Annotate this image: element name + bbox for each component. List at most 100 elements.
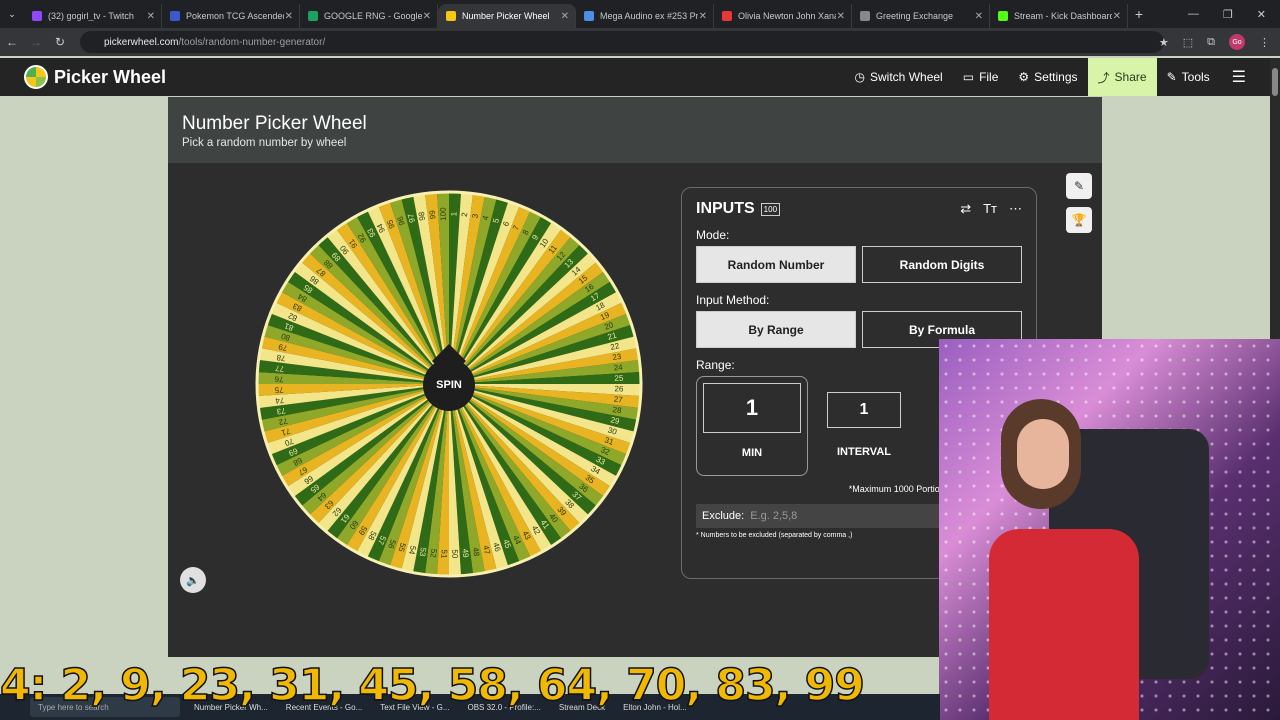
sound-toggle-icon[interactable]: 🔈 [180, 567, 206, 593]
page-title: Number Picker Wheel [182, 113, 367, 134]
tab-label: Olivia Newton John Xana [738, 11, 836, 21]
site-logo[interactable]: Picker Wheel [24, 65, 166, 89]
browser-tab[interactable]: Pokemon TCG Ascended H✕ [162, 4, 300, 28]
edit-wheel-icon[interactable]: ✎ [1066, 173, 1092, 199]
clock-icon: ◷ [854, 70, 866, 84]
tab-favicon-icon [584, 11, 594, 21]
scrollbar-thumb[interactable] [1272, 68, 1278, 96]
page-subtitle: Pick a random number by wheel [182, 137, 347, 149]
profile-avatar[interactable]: Go [1229, 34, 1245, 50]
interval-box: 1 INTERVAL [818, 376, 910, 458]
tab-label: GOOGLE RNG - Google Sh [324, 11, 422, 21]
browser-tab[interactable]: Stream - Kick Dashboard ✕ [990, 4, 1128, 28]
minimize-icon[interactable]: — [1188, 8, 1199, 21]
extension-icon[interactable]: ⬚ [1183, 36, 1193, 49]
trophy-icon[interactable]: 🏆 [1066, 207, 1092, 233]
exclude-field[interactable]: Exclude: E.g. 2,5,8 [696, 504, 946, 528]
browser-tab[interactable]: Greeting Exchange ✕ [852, 4, 990, 28]
close-window-icon[interactable]: ✕ [1257, 8, 1266, 21]
tool-header: Number Picker Wheel Pick a random number… [168, 97, 1102, 163]
browser-tab-bar: ⌄ (32) gogirl_tv - Twitch ✕ Pokemon TCG As… [0, 0, 1280, 28]
wheel-number-label: 26 [614, 384, 624, 393]
interval-input[interactable]: 1 [827, 392, 901, 428]
min-caption: MIN [741, 447, 763, 459]
wheel-number-label: 49 [460, 548, 470, 558]
browser-tab[interactable]: Number Picker Wheel ✕ [438, 4, 576, 28]
wrench-icon: ✎ [1166, 70, 1177, 84]
wheel-number-label: 50 [450, 549, 459, 559]
tab-close-icon[interactable]: ✕ [975, 11, 983, 22]
nav-label: Tools [1181, 70, 1210, 84]
method-by-range-button[interactable]: By Range [696, 311, 856, 348]
tab-favicon-icon [170, 11, 180, 21]
folder-icon: ▭ [962, 70, 975, 84]
wheel-number-label: 77 [274, 363, 284, 373]
tab-close-icon[interactable]: ✕ [699, 11, 707, 22]
tab-close-icon[interactable]: ✕ [561, 11, 569, 22]
tab-favicon-icon [860, 11, 870, 21]
mode-random-digits-button[interactable]: Random Digits [862, 246, 1022, 283]
entry-count-badge: 100 [760, 202, 781, 216]
tab-close-icon[interactable]: ✕ [837, 11, 845, 22]
browser-tab[interactable]: (32) gogirl_tv - Twitch ✕ [24, 4, 162, 28]
site-nav: ◷ Switch Wheel ▭ File ⚙ Settings ⤴ Share ✎ Tools [845, 58, 1220, 96]
nav-label: Switch Wheel [870, 70, 943, 84]
browser-tab[interactable]: Mega Audino ex #253 Pri ✕ [576, 4, 714, 28]
tab-label: Mega Audino ex #253 Pri [600, 11, 698, 21]
stream-number-overlay: 4: 2, 9, 23, 31, 45, 58, 64, 70, 83, 99 [0, 659, 866, 712]
min-input[interactable]: 1 [703, 383, 801, 433]
tab-label: (32) gogirl_tv - Twitch [48, 11, 134, 21]
interval-caption: INTERVAL [837, 446, 891, 458]
wheel-number-label: 1 [449, 211, 458, 216]
input-method-label: Input Method: [696, 293, 770, 307]
reload-icon[interactable]: ↻ [48, 35, 72, 49]
nav-file[interactable]: ▭ File [953, 58, 1009, 96]
site-header: Picker Wheel ◷ Switch Wheel ▭ File ⚙ Settings… [0, 58, 1270, 96]
logo-wheel-icon [24, 65, 48, 89]
more-options-icon[interactable]: ⋯ [1009, 201, 1022, 217]
spin-button[interactable]: SPIN [423, 359, 475, 411]
mode-random-number-button[interactable]: Random Number [696, 246, 856, 283]
window-controls: — ❐ ✕ [1188, 8, 1280, 21]
forward-icon[interactable]: → [24, 35, 48, 49]
address-bar-row: ← → ↻ pickerwheel.com/tools/random-numbe… [0, 28, 1280, 56]
wheel-number-label: 52 [428, 548, 438, 558]
hamburger-menu-icon[interactable]: ☰ [1220, 67, 1270, 87]
gear-icon: ⚙ [1018, 70, 1030, 84]
browser-tab[interactable]: Olivia Newton John Xana ✕ [714, 4, 852, 28]
inputs-title: INPUTS [696, 200, 755, 217]
tab-search-icon[interactable]: ⌄ [0, 9, 24, 20]
url-host: pickerwheel.com [104, 36, 179, 48]
shuffle-icon[interactable]: ⇄ [960, 201, 971, 217]
wheel-number-label: 100 [439, 207, 448, 221]
wheel-number-label: 75 [274, 385, 284, 394]
wheel-number-label: 24 [613, 363, 623, 373]
text-size-icon[interactable]: Tт [983, 201, 997, 217]
nav-switch-wheel[interactable]: ◷ Switch Wheel [845, 58, 953, 96]
back-icon[interactable]: ← [0, 35, 24, 49]
extensions-puzzle-icon[interactable]: ⧉ [1207, 36, 1215, 49]
url-field[interactable]: pickerwheel.com/tools/random-number-gene… [80, 31, 1164, 53]
maximize-icon[interactable]: ❐ [1223, 8, 1233, 21]
nav-settings[interactable]: ⚙ Settings [1008, 58, 1087, 96]
webcam-overlay [939, 339, 1280, 720]
nav-tools[interactable]: ✎ Tools [1157, 58, 1220, 96]
tab-close-icon[interactable]: ✕ [1113, 11, 1121, 22]
new-tab-button[interactable]: + [1128, 6, 1150, 22]
tab-close-icon[interactable]: ✕ [147, 11, 155, 22]
bookmark-star-icon[interactable]: ★ [1159, 36, 1169, 49]
number-wheel[interactable]: 1 2 3 4 5 6 7 8 9 10 11 12 13 14 15 16 17 18 19 20 21 22 23 24 2… [254, 189, 644, 579]
nav-share[interactable]: ⤴ Share [1087, 58, 1157, 96]
nav-label: Settings [1034, 70, 1078, 84]
share-icon: ⤴ [1097, 70, 1110, 85]
tab-label: Number Picker Wheel [462, 11, 550, 21]
browser-menu-icon[interactable]: ⋮ [1259, 36, 1270, 49]
tab-close-icon[interactable]: ✕ [285, 11, 293, 22]
tab-favicon-icon [446, 11, 456, 21]
browser-tab[interactable]: GOOGLE RNG - Google Sh✕ [300, 4, 438, 28]
tab-label: Stream - Kick Dashboard [1014, 11, 1112, 21]
exclude-placeholder: E.g. 2,5,8 [750, 510, 798, 522]
tab-close-icon[interactable]: ✕ [423, 11, 431, 22]
nav-label: File [979, 70, 999, 84]
wheel-number-label: 99 [428, 209, 438, 219]
